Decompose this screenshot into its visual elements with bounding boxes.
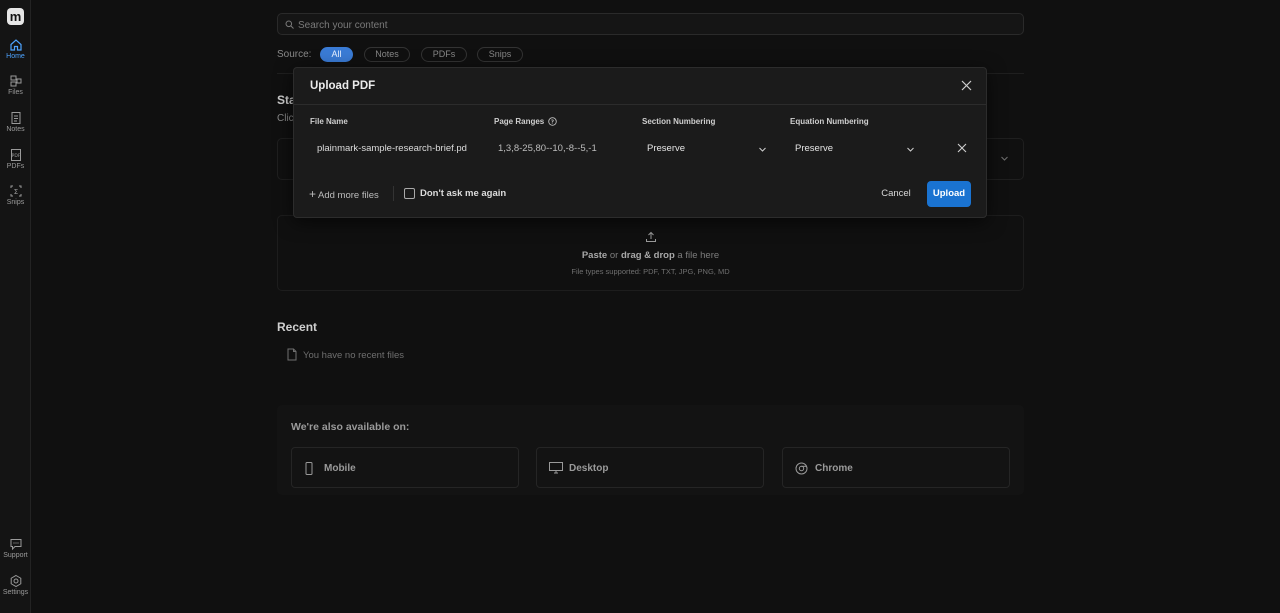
sidebar-item-label: Notes [6, 126, 25, 133]
sidebar-item-label: PDFs [6, 163, 25, 170]
settings-icon [10, 574, 21, 588]
add-more-label: Add more files [318, 190, 379, 201]
available-platforms: We're also available on: Mobile Desktop … [277, 405, 1024, 495]
pdf-icon: PDF [10, 149, 21, 161]
dropzone-drag: drag & drop [620, 250, 675, 261]
dont-ask-checkbox[interactable] [404, 188, 415, 199]
page-ranges-input[interactable]: 1,3,8-25,80--10,-8--5,-1 [498, 143, 618, 154]
sidebar-item-label: Files [8, 89, 23, 96]
recent-empty-text: You have no recent files [303, 350, 405, 361]
sidebar-item-snips[interactable]: Σ Snips [0, 184, 31, 206]
recent-title: Recent [277, 320, 318, 334]
upload-button[interactable]: Upload [927, 181, 971, 207]
support-icon [10, 539, 21, 551]
add-more-files-button[interactable]: + Add more files [309, 187, 379, 201]
search-input[interactable] [298, 17, 998, 33]
sidebar-item-pdfs[interactable]: PDF PDFs [0, 148, 31, 170]
file-dropzone[interactable]: Paste or drag & drop a file here File ty… [277, 215, 1024, 291]
column-header-file-name: File Name [310, 117, 348, 126]
chevron-down-icon [759, 147, 766, 152]
cancel-button[interactable]: Cancel [874, 181, 918, 207]
app-logo[interactable]: m [7, 8, 24, 25]
sidebar: m Home Files Notes PDF PDFs Σ Snips Supp… [0, 0, 31, 613]
section-numbering-select[interactable]: Preserve [643, 138, 771, 159]
sidebar-item-settings[interactable]: Settings [0, 574, 31, 596]
platform-desktop[interactable]: Desktop [536, 447, 764, 488]
available-title: We're also available on: [291, 421, 410, 433]
equation-numbering-value: Preserve [795, 143, 834, 154]
plus-icon: + [309, 187, 317, 201]
dropzone-file-types: File types supported: PDF, TXT, JPG, PNG… [571, 267, 730, 276]
column-header-page-ranges: Page Ranges ? [494, 117, 558, 127]
dropzone-or: or [607, 250, 621, 261]
dropzone-instructions: Paste or drag & drop a file here [278, 250, 1023, 261]
files-icon [10, 75, 21, 87]
column-header-label: Page Ranges [494, 117, 545, 126]
notes-icon [11, 112, 20, 124]
column-header-section-numbering: Section Numbering [642, 117, 716, 126]
chevron-down-icon [1001, 156, 1008, 161]
column-header-equation-numbering: Equation Numbering [790, 117, 869, 126]
dont-ask-label[interactable]: Don't ask me again [420, 188, 506, 199]
chrome-icon [795, 462, 808, 475]
file-icon [287, 348, 297, 361]
upload-pdf-modal: Upload PDF File Name Page Ranges ? Secti… [293, 67, 987, 218]
home-icon [9, 39, 22, 51]
equation-numbering-select[interactable]: Preserve [791, 138, 919, 159]
mobile-icon [305, 462, 313, 475]
section-numbering-value: Preserve [647, 143, 686, 154]
svg-text:?: ? [551, 120, 554, 126]
source-chip-all[interactable]: All [320, 47, 353, 62]
snips-icon: Σ [10, 185, 21, 197]
dropzone-rest: a file here [674, 250, 720, 261]
upload-icon [646, 231, 656, 242]
chevron-down-icon [907, 147, 914, 152]
footer-divider [393, 186, 394, 201]
svg-text:PDF: PDF [11, 153, 20, 159]
sidebar-item-support[interactable]: Support [0, 537, 31, 559]
modal-header: Upload PDF [294, 68, 986, 105]
sidebar-item-label: Settings [2, 589, 29, 596]
search-icon [285, 20, 294, 29]
sidebar-item-home[interactable]: Home [0, 38, 31, 60]
desktop-icon [549, 462, 563, 474]
sidebar-item-label: Support [3, 552, 28, 559]
platform-mobile[interactable]: Mobile [291, 447, 519, 488]
platform-chrome[interactable]: Chrome [782, 447, 1010, 488]
source-chip-pdfs[interactable]: PDFs [421, 47, 467, 62]
platform-label: Chrome [815, 463, 853, 474]
file-name-value: plainmark-sample-research-brief.pdf [317, 143, 467, 154]
dropzone-paste: Paste [581, 250, 608, 261]
source-label: Source: [277, 49, 312, 60]
source-chip-notes[interactable]: Notes [364, 47, 410, 62]
platform-label: Mobile [324, 463, 356, 474]
modal-title: Upload PDF [310, 80, 376, 92]
sidebar-item-notes[interactable]: Notes [0, 111, 31, 133]
remove-file-icon[interactable] [957, 143, 967, 153]
search-bar [277, 13, 1024, 35]
platform-label: Desktop [569, 463, 609, 474]
svg-text:Σ: Σ [13, 188, 17, 196]
help-icon[interactable]: ? [548, 117, 558, 127]
close-icon[interactable] [961, 80, 972, 91]
sidebar-item-files[interactable]: Files [0, 74, 31, 96]
app-root: m Home Files Notes PDF PDFs Σ Snips Supp… [0, 0, 1280, 613]
sidebar-item-label: Home [6, 53, 25, 60]
source-chip-snips[interactable]: Snips [477, 47, 523, 62]
sidebar-item-label: Snips [6, 199, 25, 206]
